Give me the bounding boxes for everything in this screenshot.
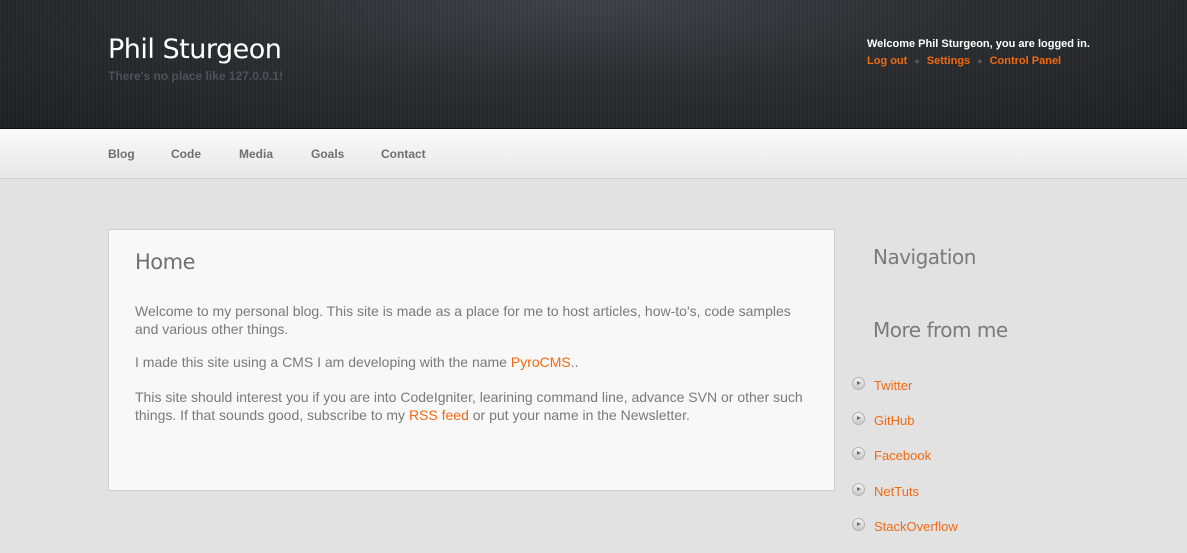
pyrocms-link[interactable]: PyroCMS bbox=[511, 354, 571, 370]
site-title[interactable]: Phil Sturgeon bbox=[108, 34, 282, 65]
stackoverflow-link[interactable]: StackOverflow bbox=[874, 519, 958, 534]
site-tagline: There's no place like 127.0.0.1! bbox=[108, 69, 283, 83]
interest-text-end: or put your name in the Newsletter. bbox=[468, 407, 690, 423]
sidebar-link-stackoverflow[interactable]: StackOverflow bbox=[852, 517, 958, 535]
welcome-message: Welcome Phil Sturgeon, you are logged in… bbox=[867, 38, 1090, 50]
cms-text-end: .. bbox=[570, 354, 579, 370]
interest-paragraph: This site should interest you if you are… bbox=[135, 388, 807, 424]
twitter-link[interactable]: Twitter bbox=[874, 378, 912, 393]
logout-link[interactable]: Log out bbox=[867, 55, 907, 67]
intro-text: Welcome to my personal blog. This site i… bbox=[135, 303, 791, 337]
arrow-bullet-icon bbox=[852, 377, 865, 390]
control-panel-link[interactable]: Control Panel bbox=[990, 55, 1062, 67]
page-title: Home bbox=[135, 250, 196, 274]
rss-feed-link[interactable]: RSS feed bbox=[409, 407, 469, 423]
sidebar-link-github[interactable]: GitHub bbox=[852, 411, 914, 429]
site-header: Phil Sturgeon There's no place like 127.… bbox=[0, 0, 1187, 129]
settings-link[interactable]: Settings bbox=[927, 55, 970, 67]
nav-goals[interactable]: Goals bbox=[311, 147, 344, 161]
navigation-heading: Navigation bbox=[873, 245, 976, 269]
arrow-bullet-icon bbox=[852, 447, 865, 460]
main-nav: Blog Code Media Goals Contact bbox=[0, 129, 1187, 179]
nav-code[interactable]: Code bbox=[171, 147, 201, 161]
arrow-bullet-icon bbox=[852, 518, 865, 531]
sidebar-link-facebook[interactable]: Facebook bbox=[852, 446, 931, 464]
nav-blog[interactable]: Blog bbox=[108, 147, 135, 161]
github-link[interactable]: GitHub bbox=[874, 413, 914, 428]
cms-paragraph: I made this site using a CMS I am develo… bbox=[135, 353, 807, 371]
nettuts-link[interactable]: NetTuts bbox=[874, 484, 919, 499]
intro-paragraph: Welcome to my personal blog. This site i… bbox=[135, 302, 807, 338]
arrow-bullet-icon bbox=[852, 483, 865, 496]
facebook-link[interactable]: Facebook bbox=[874, 448, 931, 463]
nav-contact[interactable]: Contact bbox=[381, 147, 426, 161]
separator-dot: ● bbox=[977, 56, 983, 66]
separator-dot: ● bbox=[914, 56, 920, 66]
arrow-bullet-icon bbox=[852, 412, 865, 425]
more-from-me-heading: More from me bbox=[873, 318, 1008, 342]
nav-media[interactable]: Media bbox=[239, 147, 273, 161]
sidebar-link-twitter[interactable]: Twitter bbox=[852, 376, 912, 394]
user-links: Log out ● Settings ● Control Panel bbox=[867, 55, 1061, 67]
cms-text: I made this site using a CMS I am develo… bbox=[135, 354, 511, 370]
main-content: Home Welcome to my personal blog. This s… bbox=[108, 229, 835, 491]
sidebar-link-nettuts[interactable]: NetTuts bbox=[852, 482, 919, 500]
